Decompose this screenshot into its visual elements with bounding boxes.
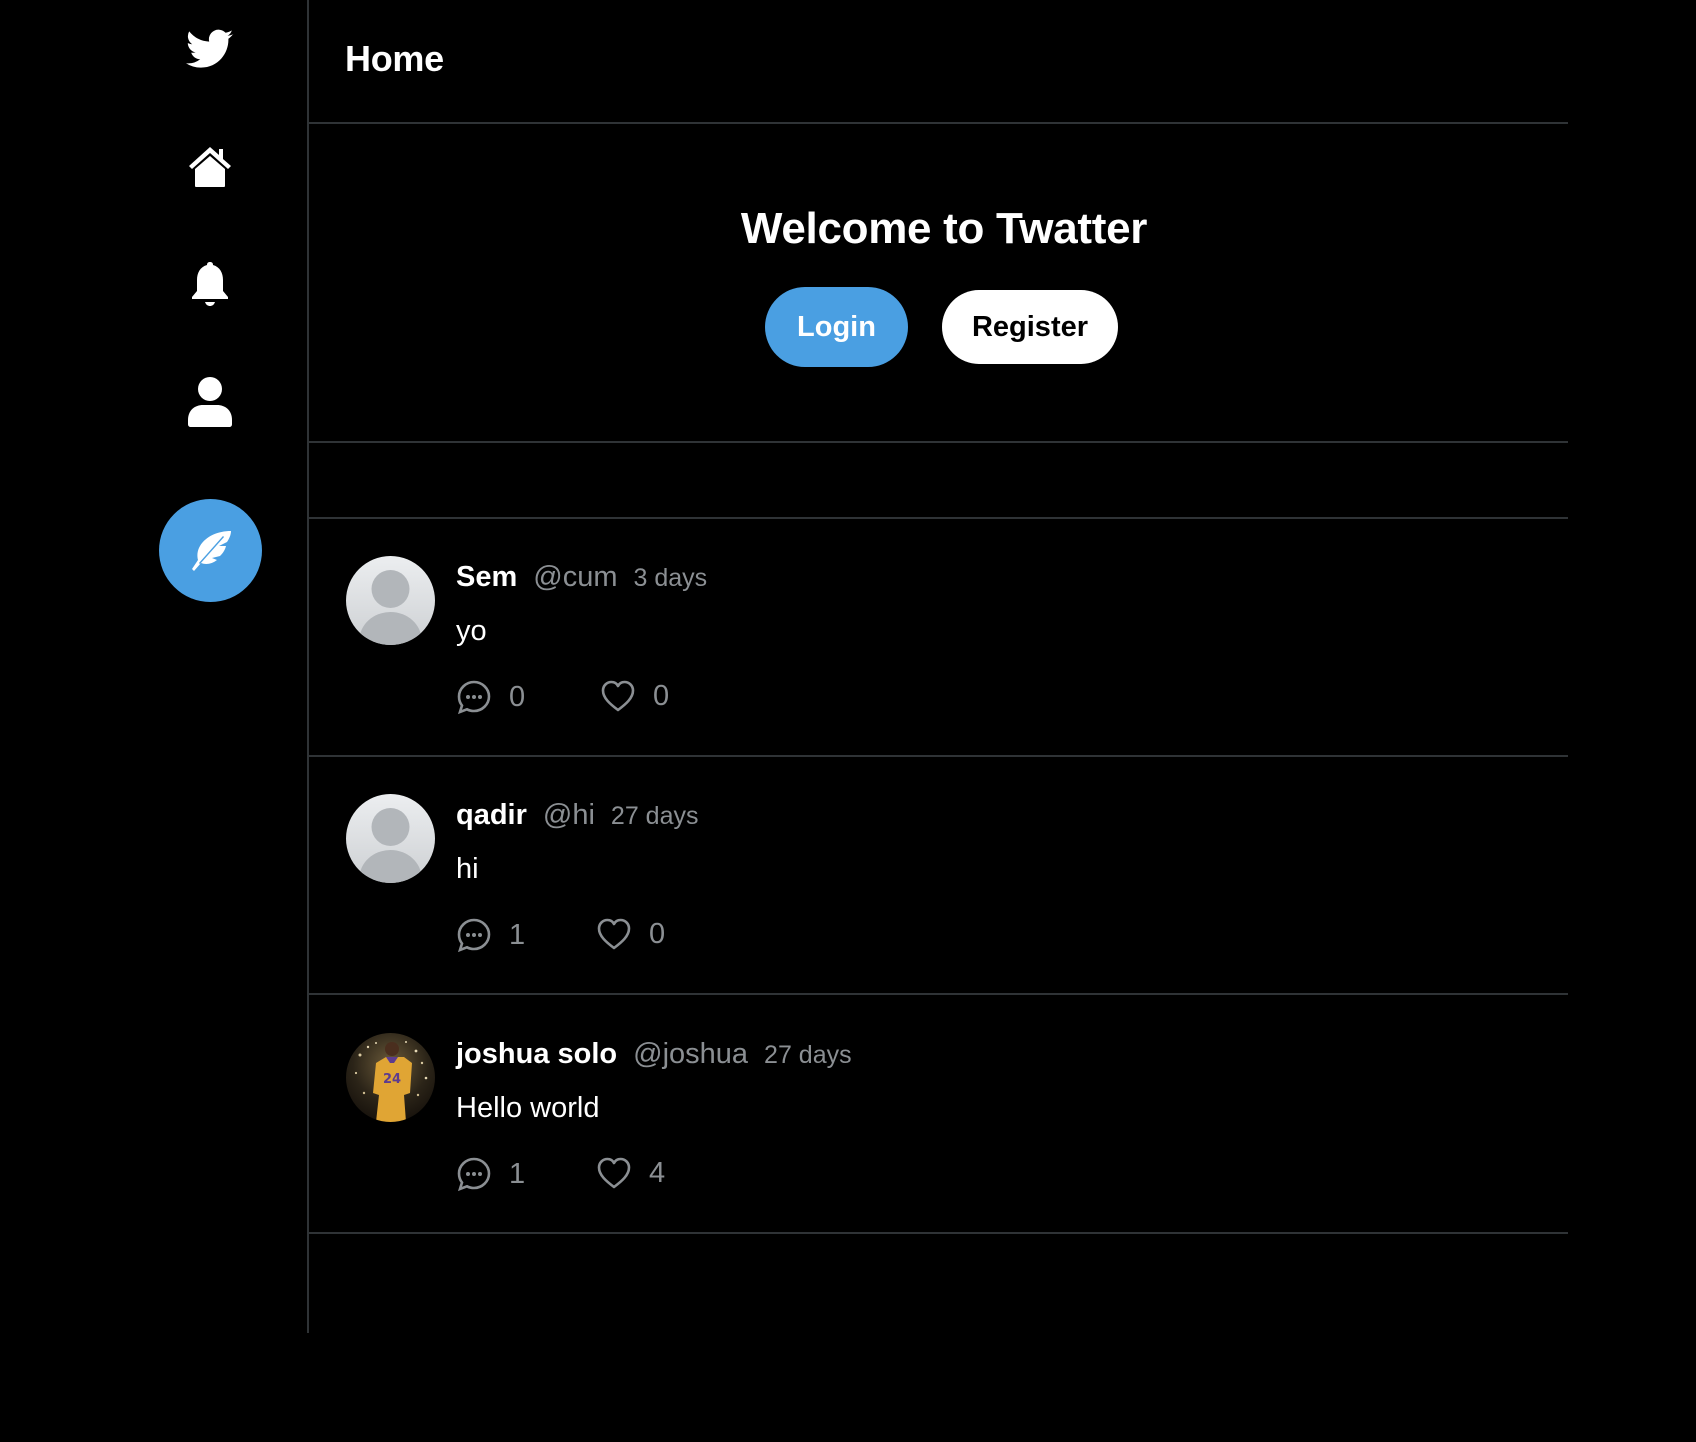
comment-icon [457,918,491,953]
heart-icon [597,1157,631,1189]
nav-notifications[interactable] [180,256,240,312]
tweet-time: 27 days [610,802,699,830]
comment-count: 1 [509,1157,526,1190]
tweet-card[interactable]: qadir @hi 27 days hi 1 0 [309,757,1568,995]
tweet-card[interactable]: 24 joshua solo @joshua 27 days Hello wor… [309,996,1568,1234]
tweet-text: Hello world [456,1092,600,1124]
compose-placeholder [309,443,1568,519]
avatar[interactable] [346,556,435,645]
tweet-header: Sem @cum 3 days [456,561,707,594]
comment-count: 1 [509,918,526,951]
photo-avatar-icon: 24 [346,1033,435,1122]
avatar[interactable]: 24 [346,1033,435,1122]
twitter-logo-button[interactable] [180,22,240,78]
default-avatar-icon [346,794,435,883]
login-button[interactable]: Login [765,287,908,367]
welcome-title: Welcome to Twatter [740,204,1148,253]
svg-text:24: 24 [383,1072,401,1087]
comment-button[interactable]: 1 [456,917,525,953]
default-avatar-icon [346,556,435,645]
author-name[interactable]: Sem [456,561,517,594]
tweet-time: 3 days [633,564,708,592]
tweet-text: yo [456,615,487,647]
author-handle[interactable]: @cum [533,561,617,594]
heart-icon [597,918,631,950]
like-count: 4 [649,1156,666,1189]
compose-tweet-button[interactable] [159,499,262,602]
nav-profile[interactable] [180,374,240,430]
register-button[interactable]: Register [942,290,1118,364]
like-count: 0 [649,917,666,950]
author-name[interactable]: qadir [456,799,527,832]
author-name[interactable]: joshua solo [456,1038,617,1071]
heart-icon [601,680,635,712]
comment-icon [457,1157,491,1192]
like-button[interactable]: 0 [596,917,665,951]
comment-count: 0 [509,680,526,713]
author-handle[interactable]: @hi [543,799,595,832]
like-count: 0 [653,679,670,712]
page-title: Home [345,38,444,79]
nav-home[interactable] [180,139,240,195]
tweet-text: hi [456,853,479,885]
tweet-card[interactable]: Sem @cum 3 days yo 0 0 [309,519,1568,757]
twitter-bird-icon [186,29,234,68]
user-icon [188,377,232,427]
welcome-panel: Welcome to Twatter Login Register [309,124,1568,443]
like-button[interactable]: 0 [600,679,669,713]
tweet-header: joshua solo @joshua 27 days [456,1038,852,1071]
comment-button[interactable]: 0 [456,679,525,715]
tweet-time: 27 days [764,1041,852,1069]
like-button[interactable]: 4 [596,1156,665,1190]
header: Home [309,0,1568,124]
comment-button[interactable]: 1 [456,1156,525,1192]
app: Home Welcome to Twatter Login Register S… [0,0,1568,1333]
sidebar [0,0,309,1333]
main-column: Home Welcome to Twatter Login Register S… [309,0,1568,1333]
home-icon [189,147,231,187]
feather-icon [191,530,231,571]
bell-icon [192,262,228,306]
author-handle[interactable]: @joshua [633,1038,748,1071]
tweet-header: qadir @hi 27 days [456,799,698,832]
comment-icon [457,680,491,715]
avatar[interactable] [346,794,435,883]
